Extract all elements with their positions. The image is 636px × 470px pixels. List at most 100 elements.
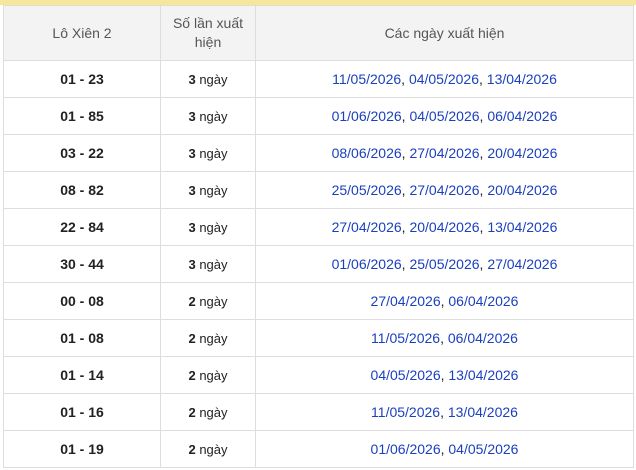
- count-value: 3: [188, 256, 196, 272]
- count-unit: ngày: [199, 182, 228, 198]
- date-link[interactable]: 11/05/2026: [332, 71, 401, 87]
- date-link[interactable]: 27/04/2026: [487, 256, 557, 272]
- count-value: 2: [188, 330, 196, 346]
- count-cell: 3 ngày: [160, 97, 256, 135]
- date-link[interactable]: 04/05/2026: [371, 367, 441, 383]
- table-row: 01 - 14 2 ngày 04/05/2026, 13/04/2026: [3, 356, 634, 394]
- count-value: 3: [188, 182, 196, 198]
- count-unit: ngày: [199, 71, 228, 87]
- date-link[interactable]: 04/05/2026: [409, 71, 479, 87]
- count-cell: 2 ngày: [160, 356, 256, 394]
- header-so-lan: Số lần xuất hiện: [160, 5, 256, 61]
- count-cell: 2 ngày: [160, 393, 256, 431]
- dates-cell: 11/05/2026, 06/04/2026: [255, 319, 634, 357]
- count-unit: ngày: [199, 293, 228, 309]
- table-row: 00 - 08 2 ngày 27/04/2026, 06/04/2026: [3, 282, 634, 320]
- count-value: 2: [188, 404, 196, 420]
- count-unit: ngày: [199, 441, 228, 457]
- count-cell: 3 ngày: [160, 60, 256, 98]
- date-link[interactable]: 01/06/2026: [371, 441, 441, 457]
- date-link[interactable]: 01/06/2026: [332, 108, 402, 124]
- table-row: 01 - 19 2 ngày 01/06/2026, 04/05/2026: [3, 430, 634, 468]
- pair-cell: 03 - 22: [3, 134, 161, 172]
- date-link[interactable]: 27/04/2026: [371, 293, 441, 309]
- pair-cell: 01 - 85: [3, 97, 161, 135]
- pair-cell: 00 - 08: [3, 282, 161, 320]
- table-body: 01 - 23 3 ngày 11/05/2026, 04/05/2026, 13/…: [3, 60, 634, 468]
- date-link[interactable]: 20/04/2026: [409, 219, 479, 235]
- date-link[interactable]: 04/05/2026: [448, 441, 518, 457]
- date-link[interactable]: 27/04/2026: [409, 145, 479, 161]
- count-value: 2: [188, 441, 196, 457]
- dates-cell: 01/06/2026, 04/05/2026: [255, 430, 634, 468]
- count-cell: 2 ngày: [160, 282, 256, 320]
- date-link[interactable]: 06/04/2026: [448, 330, 518, 346]
- count-value: 2: [188, 367, 196, 383]
- count-cell: 3 ngày: [160, 245, 256, 283]
- date-link[interactable]: 01/06/2026: [332, 256, 402, 272]
- lo-xien-2-table: Lô Xiên 2 Số lần xuất hiện Các ngày xuất…: [3, 5, 634, 468]
- count-cell: 2 ngày: [160, 430, 256, 468]
- count-value: 3: [188, 145, 196, 161]
- header-cac-ngay: Các ngày xuất hiện: [255, 5, 634, 61]
- dates-cell: 01/06/2026, 25/05/2026, 27/04/2026: [255, 245, 634, 283]
- date-link[interactable]: 08/06/2026: [332, 145, 402, 161]
- count-value: 2: [188, 293, 196, 309]
- pair-cell: 01 - 16: [3, 393, 161, 431]
- date-link[interactable]: 11/05/2026: [371, 330, 440, 346]
- dates-cell: 27/04/2026, 06/04/2026: [255, 282, 634, 320]
- dates-cell: 11/05/2026, 04/05/2026, 13/04/2026: [255, 60, 634, 98]
- count-cell: 3 ngày: [160, 134, 256, 172]
- date-link[interactable]: 06/04/2026: [487, 108, 557, 124]
- table-header-row: Lô Xiên 2 Số lần xuất hiện Các ngày xuất…: [3, 5, 634, 61]
- pair-cell: 01 - 14: [3, 356, 161, 394]
- table-row: 22 - 84 3 ngày 27/04/2026, 20/04/2026, 13/…: [3, 208, 634, 246]
- count-value: 3: [188, 71, 196, 87]
- count-unit: ngày: [199, 219, 228, 235]
- date-link[interactable]: 27/04/2026: [409, 182, 479, 198]
- table-row: 01 - 85 3 ngày 01/06/2026, 04/05/2026, 06/…: [3, 97, 634, 135]
- dates-cell: 04/05/2026, 13/04/2026: [255, 356, 634, 394]
- dates-cell: 25/05/2026, 27/04/2026, 20/04/2026: [255, 171, 634, 209]
- count-unit: ngày: [199, 256, 228, 272]
- count-unit: ngày: [199, 108, 228, 124]
- date-link[interactable]: 13/04/2026: [448, 367, 518, 383]
- date-link[interactable]: 04/05/2026: [409, 108, 479, 124]
- count-cell: 2 ngày: [160, 319, 256, 357]
- count-unit: ngày: [199, 404, 228, 420]
- date-link[interactable]: 11/05/2026: [371, 404, 440, 420]
- date-link[interactable]: 13/04/2026: [487, 71, 557, 87]
- table-row: 03 - 22 3 ngày 08/06/2026, 27/04/2026, 20/…: [3, 134, 634, 172]
- table-row: 30 - 44 3 ngày 01/06/2026, 25/05/2026, 27/…: [3, 245, 634, 283]
- count-unit: ngày: [199, 330, 228, 346]
- count-value: 3: [188, 219, 196, 235]
- date-link[interactable]: 06/04/2026: [448, 293, 518, 309]
- date-link[interactable]: 13/04/2026: [487, 219, 557, 235]
- date-link[interactable]: 20/04/2026: [487, 182, 557, 198]
- count-unit: ngày: [199, 145, 228, 161]
- table-row: 01 - 08 2 ngày 11/05/2026, 06/04/2026: [3, 319, 634, 357]
- pair-cell: 01 - 08: [3, 319, 161, 357]
- pair-cell: 01 - 19: [3, 430, 161, 468]
- table-row: 08 - 82 3 ngày 25/05/2026, 27/04/2026, 20/…: [3, 171, 634, 209]
- header-lo-xien: Lô Xiên 2: [3, 5, 161, 61]
- date-link[interactable]: 25/05/2026: [332, 182, 402, 198]
- date-link[interactable]: 13/04/2026: [448, 404, 518, 420]
- dates-cell: 01/06/2026, 04/05/2026, 06/04/2026: [255, 97, 634, 135]
- count-unit: ngày: [199, 367, 228, 383]
- count-cell: 3 ngày: [160, 208, 256, 246]
- pair-cell: 01 - 23: [3, 60, 161, 98]
- pair-cell: 08 - 82: [3, 171, 161, 209]
- date-link[interactable]: 20/04/2026: [487, 145, 557, 161]
- count-value: 3: [188, 108, 196, 124]
- dates-cell: 27/04/2026, 20/04/2026, 13/04/2026: [255, 208, 634, 246]
- table-row: 01 - 23 3 ngày 11/05/2026, 04/05/2026, 13/…: [3, 60, 634, 98]
- date-link[interactable]: 27/04/2026: [332, 219, 402, 235]
- dates-cell: 11/05/2026, 13/04/2026: [255, 393, 634, 431]
- pair-cell: 30 - 44: [3, 245, 161, 283]
- dates-cell: 08/06/2026, 27/04/2026, 20/04/2026: [255, 134, 634, 172]
- date-link[interactable]: 25/05/2026: [409, 256, 479, 272]
- table-row: 01 - 16 2 ngày 11/05/2026, 13/04/2026: [3, 393, 634, 431]
- pair-cell: 22 - 84: [3, 208, 161, 246]
- count-cell: 3 ngày: [160, 171, 256, 209]
